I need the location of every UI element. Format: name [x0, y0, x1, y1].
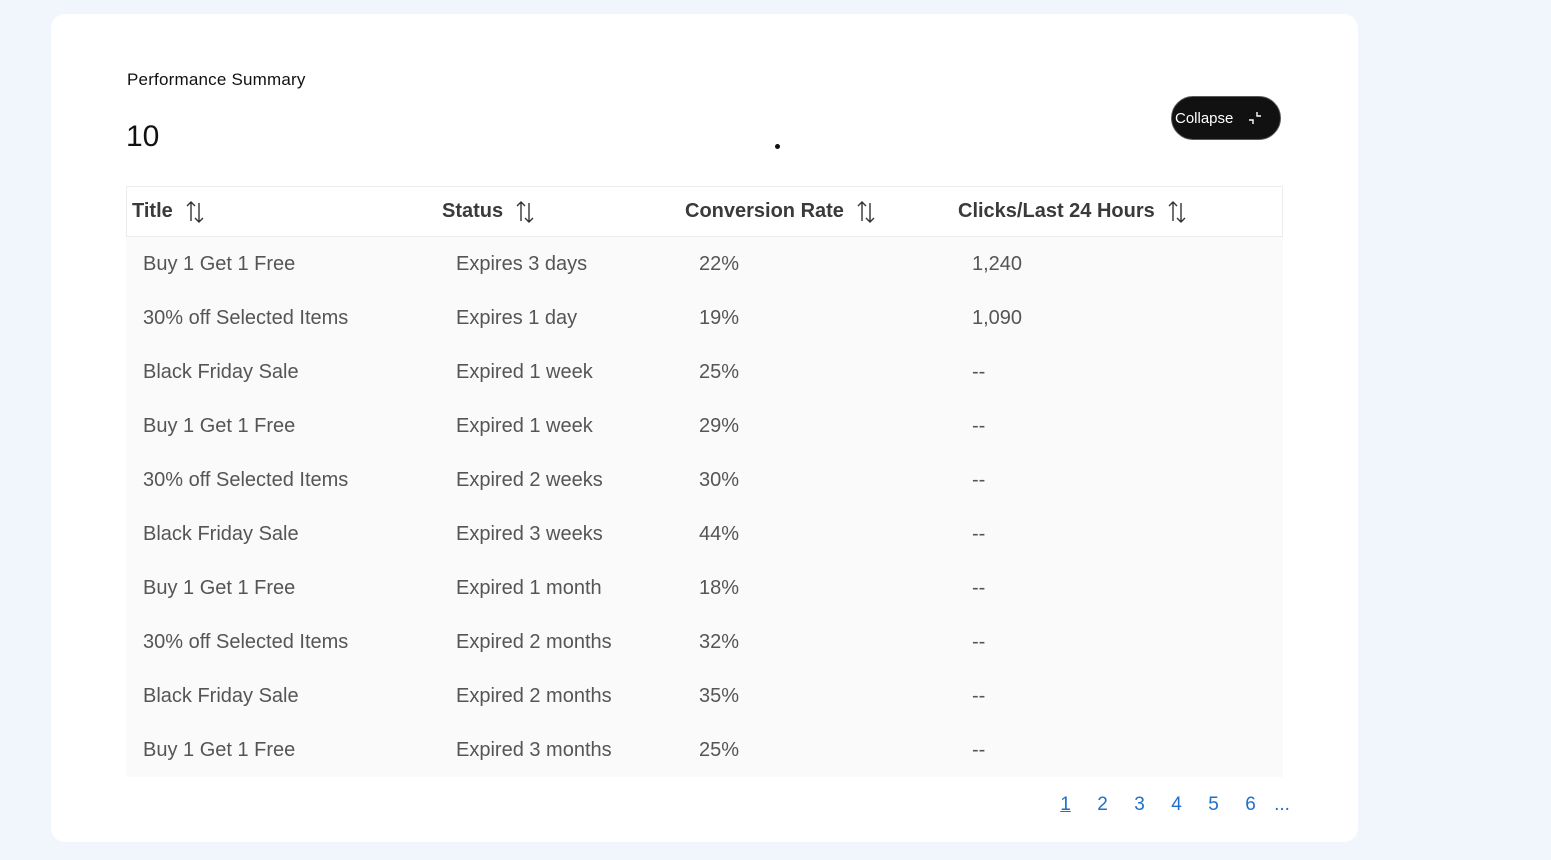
cell-conversion-rate: 22%	[699, 253, 740, 275]
column-header-status[interactable]: Status	[442, 187, 535, 236]
page-link-3[interactable]: 3	[1121, 794, 1158, 816]
column-header-conversion-rate[interactable]: Conversion Rate	[685, 187, 876, 236]
cell-clicks: --	[972, 361, 986, 383]
page-link-6[interactable]: 6	[1232, 794, 1269, 816]
table-row: Black Friday Sale Expired 2 months 35% -…	[126, 669, 1283, 723]
cell-status: Expires 3 days	[456, 253, 588, 275]
cell-status: Expired 3 months	[456, 739, 612, 761]
performance-summary-card: Performance Summary 10 Collapse Title St…	[51, 14, 1358, 842]
cell-clicks: 1,090	[972, 307, 1023, 329]
column-header-label: Title	[132, 200, 173, 222]
table-row: Buy 1 Get 1 Free Expired 3 months 25% --	[126, 723, 1283, 777]
cell-clicks: --	[972, 577, 986, 599]
sort-arrows-icon[interactable]	[856, 199, 876, 225]
table-header: Title Status Conversion Rate Clicks/Last…	[126, 186, 1283, 237]
cell-status: Expired 2 weeks	[456, 469, 603, 491]
cell-title: 30% off Selected Items	[143, 469, 349, 491]
page-link-1[interactable]: 1	[1047, 794, 1084, 816]
cell-status: Expired 2 months	[456, 631, 612, 653]
table-row: 30% off Selected Items Expired 2 months …	[126, 615, 1283, 669]
cell-clicks: --	[972, 415, 986, 437]
cell-title: Black Friday Sale	[143, 361, 299, 383]
cell-status: Expired 1 week	[456, 361, 593, 383]
page-link-5[interactable]: 5	[1195, 794, 1232, 816]
sort-arrows-icon[interactable]	[185, 199, 205, 225]
cell-status: Expired 2 months	[456, 685, 612, 707]
column-header-title[interactable]: Title	[132, 187, 205, 236]
cell-status: Expired 3 weeks	[456, 523, 603, 545]
cell-title: Buy 1 Get 1 Free	[143, 739, 296, 761]
cell-conversion-rate: 25%	[699, 361, 740, 383]
table-row: Buy 1 Get 1 Free Expired 1 week 29% --	[126, 399, 1283, 453]
table-row: Black Friday Sale Expired 1 week 25% --	[126, 345, 1283, 399]
cell-conversion-rate: 32%	[699, 631, 740, 653]
cell-clicks: --	[972, 631, 986, 653]
status-dot	[775, 144, 780, 149]
table-row: 30% off Selected Items Expired 2 weeks 3…	[126, 453, 1283, 507]
table-body: Buy 1 Get 1 Free Expires 3 days 22% 1,24…	[126, 237, 1283, 777]
cell-title: Black Friday Sale	[143, 685, 299, 707]
column-header-label: Conversion Rate	[685, 200, 844, 222]
cell-clicks: --	[972, 685, 986, 707]
cell-status: Expired 1 week	[456, 415, 593, 437]
table-row: 30% off Selected Items Expires 1 day 19%…	[126, 291, 1283, 345]
table-row: Buy 1 Get 1 Free Expired 1 month 18% --	[126, 561, 1283, 615]
cell-conversion-rate: 30%	[699, 469, 740, 491]
cell-clicks: --	[972, 523, 986, 545]
cell-title: Buy 1 Get 1 Free	[143, 577, 296, 599]
column-header-clicks[interactable]: Clicks/Last 24 Hours	[958, 187, 1187, 236]
cell-status: Expired 1 month	[456, 577, 602, 599]
collapse-button-label: Collapse	[1175, 109, 1234, 127]
cell-status: Expires 1 day	[456, 307, 578, 329]
cell-conversion-rate: 18%	[699, 577, 740, 599]
cell-title: 30% off Selected Items	[143, 307, 349, 329]
sort-arrows-icon[interactable]	[1167, 199, 1187, 225]
cell-title: Buy 1 Get 1 Free	[143, 253, 296, 275]
column-header-label: Clicks/Last 24 Hours	[958, 200, 1155, 222]
collapse-arrows-icon	[1249, 112, 1261, 124]
summary-count: 10	[126, 120, 160, 153]
table-row: Black Friday Sale Expired 3 weeks 44% --	[126, 507, 1283, 561]
cell-conversion-rate: 19%	[699, 307, 740, 329]
cell-clicks: --	[972, 739, 986, 761]
column-header-label: Status	[442, 200, 504, 222]
page-link-4[interactable]: 4	[1158, 794, 1195, 816]
cell-conversion-rate: 35%	[699, 685, 740, 707]
summary-label: Performance Summary	[127, 70, 306, 89]
performance-table: Title Status Conversion Rate Clicks/Last…	[126, 186, 1283, 777]
cell-conversion-rate: 44%	[699, 523, 740, 545]
cell-title: 30% off Selected Items	[143, 631, 349, 653]
cell-clicks: 1,240	[972, 253, 1023, 275]
pagination: 1 2 3 4 5 6 ...	[1047, 792, 1295, 818]
page-link-2[interactable]: 2	[1084, 794, 1121, 816]
sort-arrows-icon[interactable]	[515, 199, 535, 225]
cell-conversion-rate: 29%	[699, 415, 740, 437]
cell-title: Black Friday Sale	[143, 523, 299, 545]
collapse-button[interactable]: Collapse	[1171, 96, 1281, 140]
table-row: Buy 1 Get 1 Free Expires 3 days 22% 1,24…	[126, 237, 1283, 291]
cell-clicks: --	[972, 469, 986, 491]
cell-conversion-rate: 25%	[699, 739, 740, 761]
cell-title: Buy 1 Get 1 Free	[143, 415, 296, 437]
page-link-more[interactable]: ...	[1269, 794, 1295, 816]
